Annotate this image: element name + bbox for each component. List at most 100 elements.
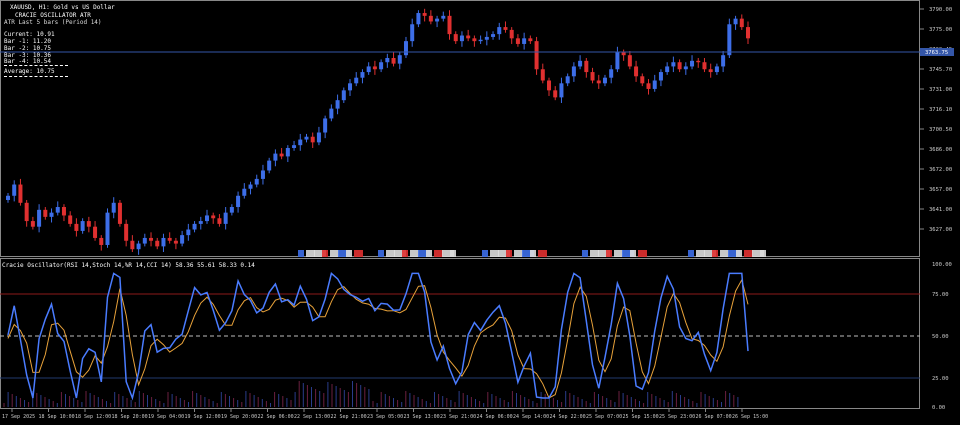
price-label: 3627.00	[929, 227, 952, 233]
candle-body	[584, 60, 589, 73]
candle-body	[478, 39, 483, 42]
trade-marker	[482, 250, 488, 257]
price-label: 3672.00	[929, 167, 952, 173]
candle-body	[503, 27, 508, 30]
osc-label: 0.00	[932, 405, 945, 411]
osc-label: 25.00	[932, 376, 949, 382]
trade-marker	[736, 250, 742, 257]
indicator-name: CRACIE OSCILLATOR ATR	[15, 12, 91, 19]
atr-bar-1: Bar -1: 11.20	[4, 38, 51, 45]
trade-markers	[298, 250, 766, 257]
candle-body	[422, 13, 427, 16]
candle-body	[621, 52, 626, 56]
candle-body	[242, 188, 247, 196]
trade-marker	[744, 250, 753, 257]
candle-body	[491, 34, 496, 37]
candle-body	[466, 35, 471, 39]
trade-marker	[450, 250, 456, 257]
trade-marker	[712, 250, 718, 257]
price-label: 3731.00	[929, 87, 952, 93]
current-price-label: 3763.75	[925, 50, 948, 56]
trade-marker	[590, 250, 599, 257]
trade-marker	[298, 250, 304, 257]
time-label: 19 Sep 20:00	[221, 414, 257, 420]
candle-body	[435, 18, 440, 22]
candle-body	[727, 24, 732, 56]
candle-body	[24, 202, 29, 222]
candle-body	[211, 215, 216, 219]
candle-body	[472, 38, 477, 42]
candle-body	[410, 24, 415, 42]
candle-body	[571, 66, 576, 77]
candle-body	[696, 60, 701, 63]
trade-marker	[402, 250, 408, 257]
candle-body	[105, 212, 110, 245]
time-label: 18 Sep 20:00	[112, 414, 148, 420]
candle-body	[534, 41, 539, 70]
candle-body	[68, 215, 73, 224]
candle-body	[248, 184, 253, 189]
price-label: 3700.50	[929, 127, 952, 133]
trade-marker	[434, 250, 443, 257]
candle-body	[658, 72, 663, 81]
trade-marker	[614, 250, 623, 257]
trade-marker	[330, 250, 339, 257]
candle-body	[99, 237, 104, 245]
trade-marker	[530, 250, 536, 257]
candle-body	[285, 147, 290, 157]
candle-body	[117, 202, 122, 224]
trade-marker	[322, 250, 328, 257]
chart-frame	[0, 0, 920, 409]
candle-body	[441, 15, 446, 19]
atr-separator	[4, 65, 68, 66]
candle-body	[746, 27, 750, 39]
osc-label: 75.00	[932, 292, 949, 298]
candle-body	[671, 62, 676, 67]
candle-body	[553, 90, 558, 98]
candle-body	[447, 15, 452, 35]
candle-body	[180, 235, 185, 244]
candle-body	[37, 209, 42, 227]
candle-body	[565, 76, 570, 84]
candle-body	[559, 83, 564, 98]
window-title: XAUUSD, H1: Gold vs US Dollar	[10, 4, 115, 11]
trade-marker	[638, 250, 647, 257]
candle-body	[416, 13, 421, 25]
candle-body	[30, 221, 35, 227]
trade-marker	[688, 250, 694, 257]
time-label: 22 Sep 21:00	[331, 414, 367, 420]
candle-body	[646, 83, 651, 89]
candle-body	[80, 221, 85, 231]
oscillator-axis[interactable]: 100.00 75.00 50.00 25.00 0.00	[932, 262, 952, 411]
time-label: 22 Sep 13:00	[294, 414, 330, 420]
trading-chart[interactable]: 3790.003775.003760.453745.703731.003716.…	[0, 0, 960, 425]
candle-body	[497, 27, 502, 35]
price-axis[interactable]: 3790.003775.003760.453745.703731.003716.…	[920, 7, 954, 233]
time-label: 26 Sep 15:00	[732, 414, 768, 420]
trade-marker	[630, 250, 636, 257]
time-label: 26 Sep 07:00	[696, 414, 732, 420]
candle-body	[547, 80, 552, 91]
candle-body	[652, 80, 657, 89]
candle-body	[279, 153, 284, 157]
candle-body	[590, 72, 595, 81]
candle-body	[142, 237, 147, 244]
time-axis[interactable]: 17 Sep 2025 18 Sep 10:00 18 Sep 12:00 18 Se…	[2, 409, 768, 420]
osc-label: 100.00	[932, 262, 952, 268]
candle-body	[236, 195, 241, 208]
trade-marker	[582, 250, 588, 257]
candle-body	[204, 215, 209, 222]
trade-marker	[720, 250, 729, 257]
volume-histogram	[3, 381, 739, 407]
candle-body	[615, 52, 620, 70]
indicator-subtitle: ATR Last 5 bars (Period 14)	[4, 19, 102, 26]
time-label: 23 Sep 21:00	[440, 414, 476, 420]
candle-body	[186, 229, 191, 236]
time-label: 19 Sep 12:00	[185, 414, 221, 420]
oscillator-signal-line	[7, 278, 749, 399]
trade-marker	[410, 250, 419, 257]
candle-body	[665, 66, 670, 73]
candle-body	[596, 80, 601, 84]
candle-body	[55, 207, 60, 213]
candle-body	[310, 136, 315, 143]
